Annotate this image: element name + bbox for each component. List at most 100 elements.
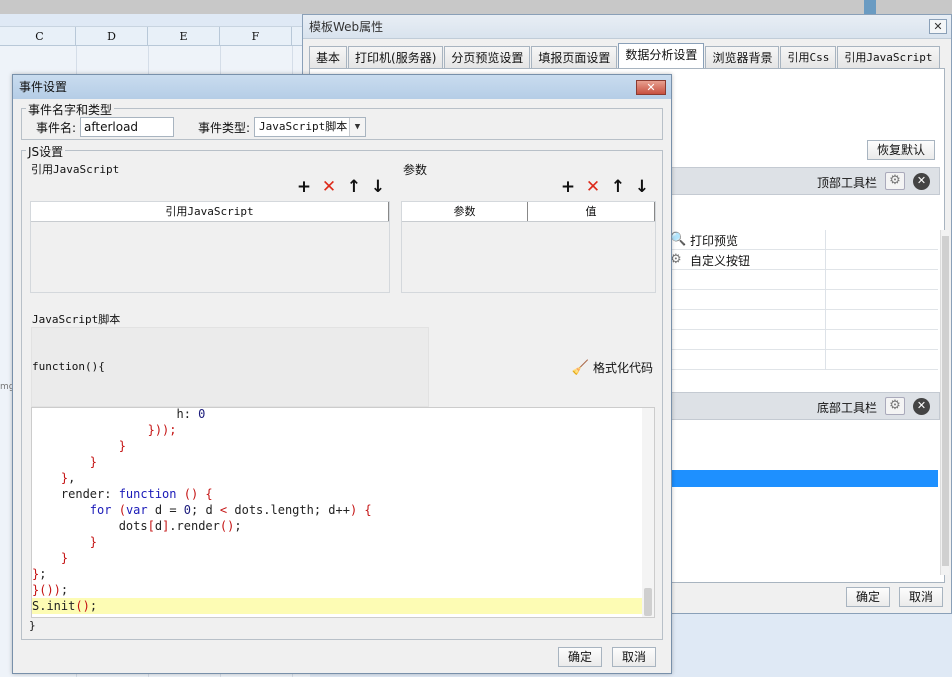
code-line: } bbox=[32, 551, 69, 565]
delete-icon[interactable]: ✕ bbox=[321, 179, 337, 196]
list-item[interactable]: ⚙ 自定义按钮 bbox=[670, 250, 938, 270]
list-item[interactable] bbox=[670, 350, 938, 370]
code-line: }()); bbox=[32, 583, 69, 597]
code-line: for (var d = 0; d < dots.length; d++) { bbox=[89, 503, 372, 517]
tab-printer-server[interactable]: 打印机(服务器) bbox=[348, 46, 444, 69]
scrollbar[interactable] bbox=[642, 408, 654, 617]
code-line: dots[d].render(); bbox=[32, 519, 242, 533]
arrow-down-icon[interactable]: ↓ bbox=[634, 179, 650, 196]
event-dialog-title: 事件设置 bbox=[19, 80, 68, 94]
web-window-title: 模板Web属性 bbox=[309, 20, 384, 34]
tab-ref-css[interactable]: 引用Css bbox=[780, 46, 837, 69]
script-section-label: JavaScript脚本 bbox=[32, 313, 121, 326]
cell-divider bbox=[825, 230, 826, 250]
web-ok-button[interactable]: 确定 bbox=[846, 587, 890, 607]
restore-default-button[interactable]: 恢复默认 bbox=[867, 140, 935, 160]
list-item[interactable] bbox=[670, 290, 938, 310]
close-icon[interactable]: ✕ bbox=[913, 173, 930, 190]
web-cancel-button[interactable]: 取消 bbox=[899, 587, 943, 607]
ref-javascript-table: 引用JavaScript bbox=[30, 201, 390, 293]
bottom-toolbar-label: 底部工具栏 bbox=[816, 401, 877, 415]
web-window-close-button[interactable]: ✕ bbox=[929, 19, 947, 34]
code-line: } bbox=[32, 455, 98, 469]
list-item[interactable] bbox=[670, 270, 938, 290]
value-column-header[interactable]: 值 bbox=[528, 202, 655, 221]
cell-divider bbox=[825, 270, 826, 290]
cell-divider bbox=[825, 330, 826, 350]
code-line: } bbox=[32, 535, 98, 549]
arrow-up-icon[interactable]: ↑ bbox=[610, 179, 626, 196]
window-top-strip bbox=[0, 0, 952, 14]
event-name-type-group: 事件名字和类型 事件名: afterload 事件类型: JavaScript脚… bbox=[21, 101, 663, 140]
params-section-label: 参数 bbox=[403, 163, 428, 177]
format-code-label: 格式化代码 bbox=[592, 361, 653, 375]
cell-divider bbox=[825, 290, 826, 310]
event-name-label: 事件名: bbox=[36, 121, 77, 135]
event-ok-button[interactable]: 确定 bbox=[558, 647, 602, 667]
arrow-down-icon[interactable]: ↓ bbox=[370, 179, 386, 196]
function-header-box: function(){ bbox=[31, 327, 429, 407]
cell-divider bbox=[825, 310, 826, 330]
tab-fill-page[interactable]: 填报页面设置 bbox=[531, 46, 618, 69]
code-line: }; bbox=[32, 567, 47, 581]
top-toolbar-header: 顶部工具栏 ⚙ ✕ bbox=[670, 167, 940, 195]
top-accent bbox=[864, 0, 876, 14]
web-tab-bar: 基本 打印机(服务器) 分页预览设置 填报页面设置 数据分析设置 浏览器背景 引用Css 引用… bbox=[309, 43, 941, 69]
toolbar-item-label: 自定义按钮 bbox=[690, 254, 751, 268]
print-preview-icon: 🔍 bbox=[670, 232, 687, 247]
gear-icon[interactable]: ⚙ bbox=[885, 397, 905, 415]
event-type-select[interactable]: JavaScript脚本 ▼ bbox=[254, 117, 366, 137]
scrollbar[interactable] bbox=[940, 230, 949, 575]
tab-data-analysis[interactable]: 数据分析设置 bbox=[618, 43, 705, 69]
closing-brace-text: } bbox=[29, 619, 36, 632]
add-icon[interactable]: + bbox=[560, 179, 576, 196]
selected-list-item[interactable] bbox=[670, 470, 938, 487]
ref-javascript-column-header[interactable]: 引用JavaScript bbox=[31, 202, 389, 221]
event-type-value: JavaScript脚本 bbox=[259, 120, 348, 133]
cell-divider bbox=[825, 250, 826, 270]
tab-ref-javascript[interactable]: 引用JavaScript bbox=[837, 46, 940, 69]
event-name-type-legend: 事件名字和类型 bbox=[26, 101, 115, 118]
code-line: })); bbox=[32, 423, 177, 437]
event-dialog-titlebar: 事件设置 ✕ bbox=[13, 75, 671, 99]
list-item[interactable] bbox=[670, 330, 938, 350]
list-item[interactable]: 🔍 打印预览 bbox=[670, 230, 938, 250]
tab-page-preview[interactable]: 分页预览设置 bbox=[444, 46, 531, 69]
code-line: }, bbox=[32, 471, 76, 485]
toolbar-items-list: 🔍 打印预览 ⚙ 自定义按钮 bbox=[670, 230, 938, 370]
event-name-field[interactable]: afterload bbox=[80, 117, 174, 137]
column-header-d[interactable]: D bbox=[76, 27, 148, 46]
scrollbar-thumb[interactable] bbox=[942, 236, 949, 566]
event-settings-dialog: 事件设置 ✕ 事件名字和类型 事件名: afterload 事件类型: Java… bbox=[12, 74, 672, 674]
tab-browser-background[interactable]: 浏览器背景 bbox=[705, 46, 780, 69]
scrollbar-thumb[interactable] bbox=[644, 588, 652, 616]
js-settings-legend: JS设置 bbox=[26, 143, 66, 160]
ref-javascript-section-label: 引用JavaScript bbox=[31, 163, 120, 176]
code-editor[interactable]: h: 0 })); } } }, render: function () { f… bbox=[31, 407, 655, 618]
close-icon[interactable]: ✕ bbox=[913, 398, 930, 415]
gear-icon[interactable]: ⚙ bbox=[885, 172, 905, 190]
brush-icon: 🧹 bbox=[571, 360, 589, 376]
column-header-e[interactable]: E bbox=[148, 27, 220, 46]
web-window-titlebar: 模板Web属性 ✕ bbox=[303, 15, 951, 39]
list-item[interactable] bbox=[670, 310, 938, 330]
top-toolbar-label: 顶部工具栏 bbox=[816, 176, 877, 190]
event-cancel-button[interactable]: 取消 bbox=[612, 647, 656, 667]
table-header: 参数 值 bbox=[402, 202, 655, 222]
format-code-button[interactable]: 🧹 格式化代码 bbox=[572, 359, 653, 376]
tab-basic[interactable]: 基本 bbox=[309, 46, 348, 69]
column-header-bar: C D E F bbox=[0, 26, 310, 46]
arrow-up-icon[interactable]: ↑ bbox=[346, 179, 362, 196]
code-line: } bbox=[32, 439, 126, 453]
function-header-text: function(){ bbox=[32, 360, 105, 373]
param-column-header[interactable]: 参数 bbox=[402, 202, 528, 221]
delete-icon[interactable]: ✕ bbox=[585, 179, 601, 196]
column-header-f[interactable]: F bbox=[220, 27, 292, 46]
cell-divider bbox=[825, 350, 826, 370]
chevron-down-icon: ▼ bbox=[349, 118, 365, 136]
code-line-highlighted: S.init(); bbox=[32, 598, 644, 614]
event-dialog-close-button[interactable]: ✕ bbox=[636, 80, 666, 95]
add-icon[interactable]: + bbox=[296, 179, 312, 196]
bottom-toolbar-header: 底部工具栏 ⚙ ✕ bbox=[670, 392, 940, 420]
column-header-c[interactable]: C bbox=[4, 27, 76, 46]
